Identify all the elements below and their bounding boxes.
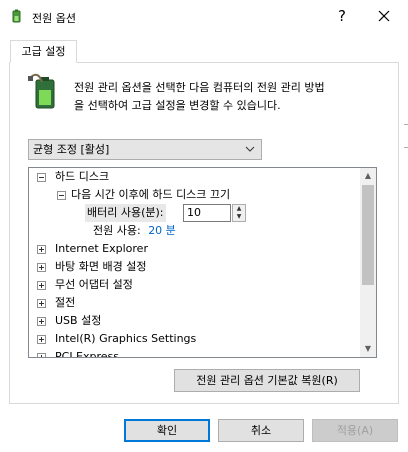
tree-item-label: 바탕 화면 배경 설정 — [55, 260, 147, 273]
close-icon[interactable] — [372, 4, 396, 28]
battery-power-icon — [28, 72, 64, 112]
expand-icon[interactable] — [37, 335, 46, 344]
scroll-thumb[interactable] — [362, 185, 374, 285]
tab-advanced-settings[interactable]: 고급 설정 — [10, 40, 77, 63]
tree-item-sleep[interactable]: 절전 — [35, 294, 75, 312]
tree-item-label: 다음 시간 이후에 하드 디스크 끄기 — [71, 188, 231, 201]
chevron-down-icon — [245, 140, 255, 159]
expand-icon[interactable] — [37, 245, 46, 254]
expand-icon[interactable] — [37, 353, 46, 357]
tree-item-wireless-adapter[interactable]: 무선 어댑터 설정 — [35, 276, 133, 294]
tree-item-label: 무선 어댑터 설정 — [55, 278, 133, 291]
tree-item-hard-disk[interactable]: 하드 디스크 — [35, 168, 109, 186]
tree-item-desktop-background[interactable]: 바탕 화면 배경 설정 — [35, 258, 146, 276]
restore-defaults-button[interactable]: 전원 관리 옵션 기본값 복원(R) — [174, 369, 360, 392]
tree-item-label: PCI Express — [55, 350, 120, 358]
tree-item-plugged-in[interactable]: 전원 사용: 20 분 — [93, 222, 176, 240]
ok-button[interactable]: 확인 — [124, 419, 210, 442]
battery-minutes-input[interactable]: 10 — [183, 204, 231, 222]
plugged-in-value[interactable]: 20 분 — [148, 224, 176, 237]
cancel-button[interactable]: 취소 — [218, 419, 304, 442]
tree-item-intel-graphics[interactable]: Intel(R) Graphics Settings — [35, 330, 196, 348]
scroll-up-icon[interactable]: ▲ — [360, 168, 376, 184]
description-text: 전원 관리 옵션을 선택한 다음 컴퓨터의 전원 관리 방법 을 선택하여 고급… — [74, 79, 394, 115]
power-options-app-icon — [10, 9, 24, 23]
plugged-in-label: 전원 사용: — [93, 224, 141, 237]
tree-item-internet-explorer[interactable]: Internet Explorer — [35, 240, 148, 258]
battery-setting-label: 배터리 사용(분): — [85, 204, 166, 222]
expand-icon[interactable] — [37, 299, 46, 308]
description-line-1: 전원 관리 옵션을 선택한 다음 컴퓨터의 전원 관리 방법 — [74, 81, 325, 94]
window-edge-divider — [404, 124, 408, 148]
tree-item-label: 하드 디스크 — [55, 170, 110, 183]
power-plan-select-value: 균형 조정 [활성] — [33, 143, 110, 156]
tree-item-label: USB 설정 — [55, 314, 102, 327]
tree-item-label: Intel(R) Graphics Settings — [55, 332, 197, 345]
collapse-icon[interactable] — [57, 191, 66, 200]
apply-button[interactable]: 적용(A) — [312, 419, 398, 442]
tree-item-pci-express[interactable]: PCI Express — [35, 348, 120, 358]
tree-item-usb[interactable]: USB 설정 — [35, 312, 101, 330]
expand-icon[interactable] — [37, 317, 46, 326]
collapse-icon[interactable] — [37, 173, 46, 182]
tree-item-turn-off-hard-disk[interactable]: 다음 시간 이후에 하드 디스크 끄기 — [55, 186, 230, 204]
power-plan-select[interactable]: 균형 조정 [활성] — [28, 139, 262, 160]
battery-minutes-spinner[interactable]: ▲ ▼ — [232, 204, 246, 222]
help-button[interactable]: ? — [330, 4, 354, 28]
tree-scrollbar[interactable]: ▲ ▼ — [360, 168, 376, 357]
expand-icon[interactable] — [37, 263, 46, 272]
expand-icon[interactable] — [37, 281, 46, 290]
spin-up-icon[interactable]: ▲ — [233, 205, 245, 213]
scroll-down-icon[interactable]: ▼ — [360, 341, 376, 357]
tree-item-label: Internet Explorer — [55, 242, 148, 255]
spin-down-icon[interactable]: ▼ — [233, 213, 245, 221]
window-title: 전원 옵션 — [32, 12, 76, 25]
advanced-settings-tree[interactable]: 하드 디스크 다음 시간 이후에 하드 디스크 끄기 배터리 사용(분): 10… — [28, 167, 377, 358]
description-line-2: 을 선택하여 고급 설정을 변경할 수 있습니다. — [74, 99, 281, 112]
tree-item-label: 절전 — [55, 296, 76, 309]
